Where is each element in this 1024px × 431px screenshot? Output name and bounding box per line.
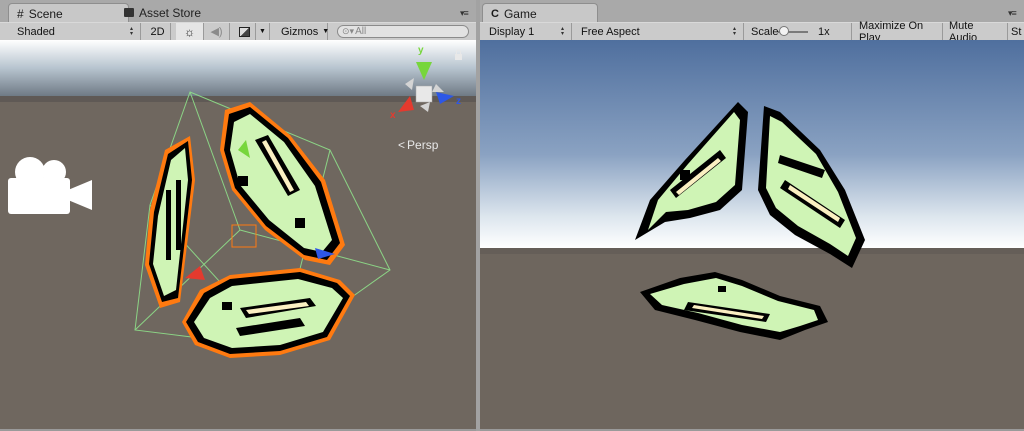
chevron-down-icon: ▼	[322, 28, 330, 35]
tab-game[interactable]: C Game	[482, 3, 598, 23]
projection-toggle[interactable]: < Persp	[398, 138, 438, 152]
lighting-toggle-button[interactable]: ☼	[176, 23, 204, 40]
scale-label: Scale	[751, 25, 779, 38]
scene-view-canvas	[0, 40, 476, 429]
search-placeholder: All	[355, 26, 367, 37]
shading-mode-dropdown[interactable]: Shaded	[12, 23, 141, 40]
projection-label: Persp	[407, 138, 439, 152]
scene-viewport[interactable]: y z x < Persp	[0, 40, 476, 429]
axis-y-label: y	[418, 45, 424, 56]
game-view-canvas	[480, 40, 1024, 429]
mute-audio-toggle[interactable]: Mute Audio	[944, 20, 1008, 44]
scale-control: Scale 1x	[746, 23, 852, 40]
game-panel: C Game ▾≡ Display 1 Free Aspect Scale 1x…	[480, 0, 1024, 431]
scale-value: 1x	[818, 25, 830, 38]
scene-search-input[interactable]: ⊙▾ All	[337, 25, 469, 38]
display-dropdown[interactable]: Display 1	[484, 23, 572, 40]
chevron-left-icon: <	[398, 138, 406, 152]
tab-asset-store[interactable]: Asset Store	[116, 3, 209, 22]
chevron-down-icon: ▼	[259, 28, 266, 35]
2d-label: 2D	[150, 25, 165, 38]
game-tabbar: C Game ▾≡	[480, 0, 1024, 23]
game-panel-menu-icon[interactable]: ▾≡	[1008, 8, 1017, 19]
game-viewport[interactable]	[480, 40, 1024, 429]
panel-menu-icon[interactable]: ▾≡	[460, 8, 469, 19]
game-toolbar: Display 1 Free Aspect Scale 1x Maximize …	[480, 20, 1024, 44]
scale-slider-handle[interactable]	[779, 26, 789, 36]
shading-mode-label: Shaded	[17, 25, 55, 38]
display-label: Display 1	[489, 25, 535, 38]
tab-scene-label: Scene	[28, 6, 63, 21]
store-icon	[124, 8, 134, 17]
scene-toolbar: Shaded 2D ☼ ◀) ▼ Gizmos ▼ ⊙▾ All	[0, 22, 476, 41]
sun-icon: ☼	[184, 24, 195, 39]
gizmos-dropdown[interactable]: Gizmos ▼	[276, 23, 330, 40]
speaker-icon: ◀)	[210, 26, 223, 38]
search-icon: ⊙▾	[342, 26, 355, 36]
effects-button[interactable]	[234, 23, 256, 40]
maximize-on-play-toggle[interactable]: Maximize On Play	[854, 20, 943, 44]
2d-toggle-button[interactable]: 2D	[145, 23, 171, 40]
axis-z-label: z	[456, 96, 461, 107]
tab-game-label: Game	[503, 6, 537, 21]
tab-asset-store-label: Asset Store	[139, 5, 202, 20]
audio-toggle-button[interactable]: ◀)	[204, 23, 230, 40]
aspect-dropdown[interactable]: Free Aspect	[576, 23, 744, 40]
aspect-label: Free Aspect	[581, 25, 640, 38]
scene-tabbar: # Scene Asset Store ▾≡	[0, 0, 476, 23]
stats-toggle[interactable]: St	[1008, 23, 1024, 40]
effects-dropdown[interactable]: ▼	[256, 23, 270, 40]
axis-x-label: x	[390, 110, 396, 121]
stats-label: St	[1011, 25, 1022, 38]
grid-icon: #	[17, 6, 24, 21]
game-icon: C	[491, 7, 499, 20]
tab-scene[interactable]: # Scene	[8, 3, 129, 23]
scene-panel: # Scene Asset Store ▾≡ Shaded 2D ☼ ◀) ▼ …	[0, 0, 476, 431]
image-icon	[239, 26, 250, 37]
gizmos-label: Gizmos	[281, 25, 319, 38]
